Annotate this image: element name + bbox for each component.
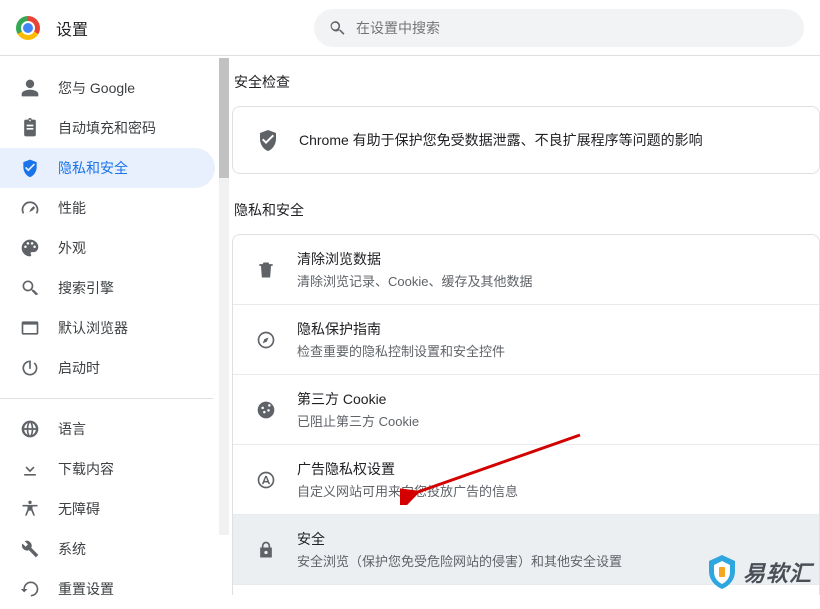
row-subtitle: 清除浏览记录、Cookie、缓存及其他数据 <box>297 271 532 290</box>
settings-search[interactable] <box>314 9 804 47</box>
row-title: 广告隐私权设置 <box>297 459 518 479</box>
sidebar-item-reset[interactable]: 重置设置 <box>0 569 215 609</box>
cookie-icon <box>256 400 276 420</box>
row-title: 第三方 Cookie <box>297 389 419 409</box>
sidebar-divider <box>0 398 213 399</box>
accessibility-icon <box>20 499 40 519</box>
sidebar-item-label: 搜索引擎 <box>58 278 114 298</box>
row-clear-data[interactable]: 清除浏览数据 清除浏览记录、Cookie、缓存及其他数据 <box>233 235 819 304</box>
sidebar-item-languages[interactable]: 语言 <box>0 409 215 449</box>
settings-content: 安全检查 Chrome 有助于保护您免受数据泄露、不良扩展程序等问题的影响 隐私… <box>232 56 820 595</box>
sidebar-item-default-browser[interactable]: 默认浏览器 <box>0 308 215 348</box>
row-subtitle: 安全浏览（保护您免受危险网站的侵害）和其他安全设置 <box>297 551 622 570</box>
sidebar-item-downloads[interactable]: 下载内容 <box>0 449 215 489</box>
restore-icon <box>20 579 40 599</box>
row-ad-privacy[interactable]: 广告隐私权设置 自定义网站可用来向您投放广告的信息 <box>233 444 819 514</box>
privacy-heading: 隐私和安全 <box>232 194 820 234</box>
sidebar-item-label: 外观 <box>58 238 86 258</box>
sidebar-item-on-startup[interactable]: 启动时 <box>0 348 215 388</box>
palette-icon <box>20 238 40 258</box>
safety-check-text: Chrome 有助于保护您免受数据泄露、不良扩展程序等问题的影响 <box>299 130 703 150</box>
speedometer-icon <box>20 198 40 218</box>
sidebar-item-label: 系统 <box>58 539 86 559</box>
row-title: 隐私保护指南 <box>297 319 505 339</box>
chrome-logo-icon <box>16 16 40 40</box>
sidebar-item-label: 重置设置 <box>58 579 114 599</box>
compass-icon <box>256 330 276 350</box>
wrench-icon <box>20 539 40 559</box>
row-privacy-guide[interactable]: 隐私保护指南 检查重要的隐私控制设置和安全控件 <box>233 304 819 374</box>
watermark: 易软汇 <box>707 555 812 589</box>
sidebar-item-label: 性能 <box>58 198 86 218</box>
sidebar-scrollbar-thumb[interactable] <box>219 58 229 178</box>
sidebar-item-label: 无障碍 <box>58 499 100 519</box>
sidebar-item-label: 您与 Google <box>58 78 135 98</box>
sidebar-item-label: 语言 <box>58 419 86 439</box>
shield-check-icon <box>256 128 280 152</box>
lock-icon <box>256 540 276 560</box>
row-title: 安全 <box>297 529 622 549</box>
sidebar-item-appearance[interactable]: 外观 <box>0 228 215 268</box>
sidebar-item-search-engine[interactable]: 搜索引擎 <box>0 268 215 308</box>
row-subtitle: 检查重要的隐私控制设置和安全控件 <box>297 341 505 360</box>
safety-check-heading: 安全检查 <box>232 66 820 106</box>
shield-icon <box>20 158 40 178</box>
trash-icon <box>256 260 276 280</box>
sidebar-item-accessibility[interactable]: 无障碍 <box>0 489 215 529</box>
sidebar-item-label: 隐私和安全 <box>58 158 128 178</box>
sidebar-item-label: 默认浏览器 <box>58 318 128 338</box>
person-icon <box>20 78 40 98</box>
row-subtitle: 已阻止第三方 Cookie <box>297 411 419 430</box>
page-title: 设置 <box>56 16 88 40</box>
power-icon <box>20 358 40 378</box>
row-third-party-cookies[interactable]: 第三方 Cookie 已阻止第三方 Cookie <box>233 374 819 444</box>
sidebar-item-label: 自动填充和密码 <box>58 118 156 138</box>
browser-icon <box>20 318 40 338</box>
search-input[interactable] <box>356 20 790 36</box>
watermark-logo-icon <box>707 555 737 589</box>
row-subtitle: 自定义网站可用来向您投放广告的信息 <box>297 481 518 500</box>
clipboard-icon <box>20 118 40 138</box>
privacy-card: 清除浏览数据 清除浏览记录、Cookie、缓存及其他数据 隐私保护指南 检查重要… <box>232 234 820 595</box>
row-title: 清除浏览数据 <box>297 249 532 269</box>
sidebar-item-autofill[interactable]: 自动填充和密码 <box>0 108 215 148</box>
ad-icon <box>256 470 276 490</box>
sidebar-item-label: 下载内容 <box>58 459 114 479</box>
download-icon <box>20 459 40 479</box>
watermark-text: 易软汇 <box>743 556 812 588</box>
sidebar-item-you-and-google[interactable]: 您与 Google <box>0 68 215 108</box>
search-icon <box>328 19 346 37</box>
safety-check-card: Chrome 有助于保护您免受数据泄露、不良扩展程序等问题的影响 <box>232 106 820 174</box>
search-icon <box>20 278 40 298</box>
sidebar-item-performance[interactable]: 性能 <box>0 188 215 228</box>
settings-sidebar: 您与 Google 自动填充和密码 隐私和安全 性能 外观 搜索引擎 默认浏览器 <box>0 56 232 595</box>
sidebar-item-privacy[interactable]: 隐私和安全 <box>0 148 215 188</box>
safety-check-row[interactable]: Chrome 有助于保护您免受数据泄露、不良扩展程序等问题的影响 <box>233 107 819 173</box>
sidebar-item-system[interactable]: 系统 <box>0 529 215 569</box>
sidebar-item-label: 启动时 <box>58 358 100 378</box>
globe-icon <box>20 419 40 439</box>
